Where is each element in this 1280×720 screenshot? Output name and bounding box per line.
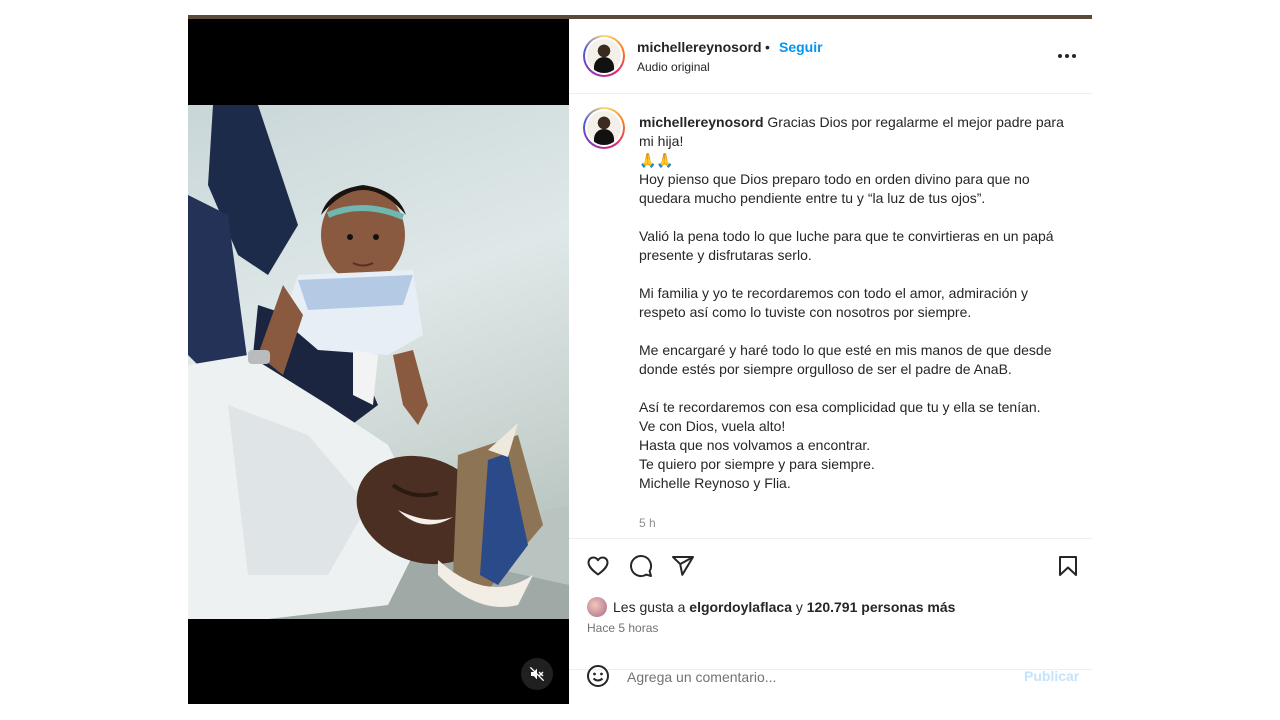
liker-username[interactable]: elgordoylaflaca: [689, 599, 792, 615]
heart-icon[interactable]: [586, 554, 610, 578]
photo-illustration: [188, 105, 569, 619]
caption-closing-line: Te quiero por siempre y para siempre.: [639, 456, 875, 472]
post-header: michellereynosord • Seguir Audio origina…: [569, 19, 1092, 94]
caption-para1: Hoy pienso que Dios preparo todo en orde…: [639, 171, 1030, 206]
caption-para2: Valió la pena todo lo que luche para que…: [639, 228, 1054, 263]
caption-closing-line: Así te recordaremos con esa complicidad …: [639, 399, 1041, 415]
comment-box: Publicar: [569, 651, 1092, 704]
likes-summary: Les gusta a elgordoylaflaca y 120.791 pe…: [587, 597, 956, 617]
praying-hands-emoji: 🙏🙏: [639, 152, 674, 168]
post-age[interactable]: Hace 5 horas: [587, 621, 658, 635]
emoji-icon[interactable]: [586, 664, 610, 688]
author-username[interactable]: michellereynosord: [637, 39, 762, 55]
caption-signature: Michelle Reynoso y Flia.: [639, 475, 791, 491]
audio-label[interactable]: Audio original: [637, 60, 710, 74]
caption-closing-line: Hasta que nos volvamos a encontrar.: [639, 437, 871, 453]
separator-dot: •: [765, 39, 770, 55]
send-icon[interactable]: [671, 554, 695, 578]
bookmark-icon[interactable]: [1056, 554, 1080, 578]
comment-input[interactable]: [627, 666, 1007, 688]
caption-username[interactable]: michellereynosord: [639, 114, 764, 130]
caption-para4: Me encargaré y haré todo lo que esté en …: [639, 342, 1052, 377]
caption-timestamp[interactable]: 5 h: [639, 516, 656, 530]
post-photo: [188, 105, 569, 619]
likes-connector: y: [795, 599, 803, 615]
caption-closing-line: Ve con Dios, vuela alto!: [639, 418, 786, 434]
post-media[interactable]: [188, 19, 569, 704]
follow-button[interactable]: Seguir: [779, 39, 823, 55]
caption-para3: Mi familia y yo te recordaremos con todo…: [639, 285, 1029, 320]
caption-section: michellereynosord Gracias Dios por regal…: [569, 95, 1092, 539]
comment-icon[interactable]: [629, 554, 653, 578]
author-avatar[interactable]: [583, 35, 625, 77]
caption-avatar[interactable]: [583, 107, 625, 149]
post-side-panel: michellereynosord • Seguir Audio origina…: [569, 19, 1092, 704]
likes-prefix: Les gusta a: [613, 599, 686, 615]
liker-avatar[interactable]: [587, 597, 607, 617]
caption-text: michellereynosord Gracias Dios por regal…: [639, 113, 1069, 493]
likes-count[interactable]: 120.791 personas más: [807, 599, 956, 615]
publish-button[interactable]: Publicar: [1024, 668, 1079, 684]
muted-speaker-icon: [529, 666, 545, 682]
more-options-icon[interactable]: [1055, 46, 1079, 66]
mute-button[interactable]: [521, 658, 553, 690]
